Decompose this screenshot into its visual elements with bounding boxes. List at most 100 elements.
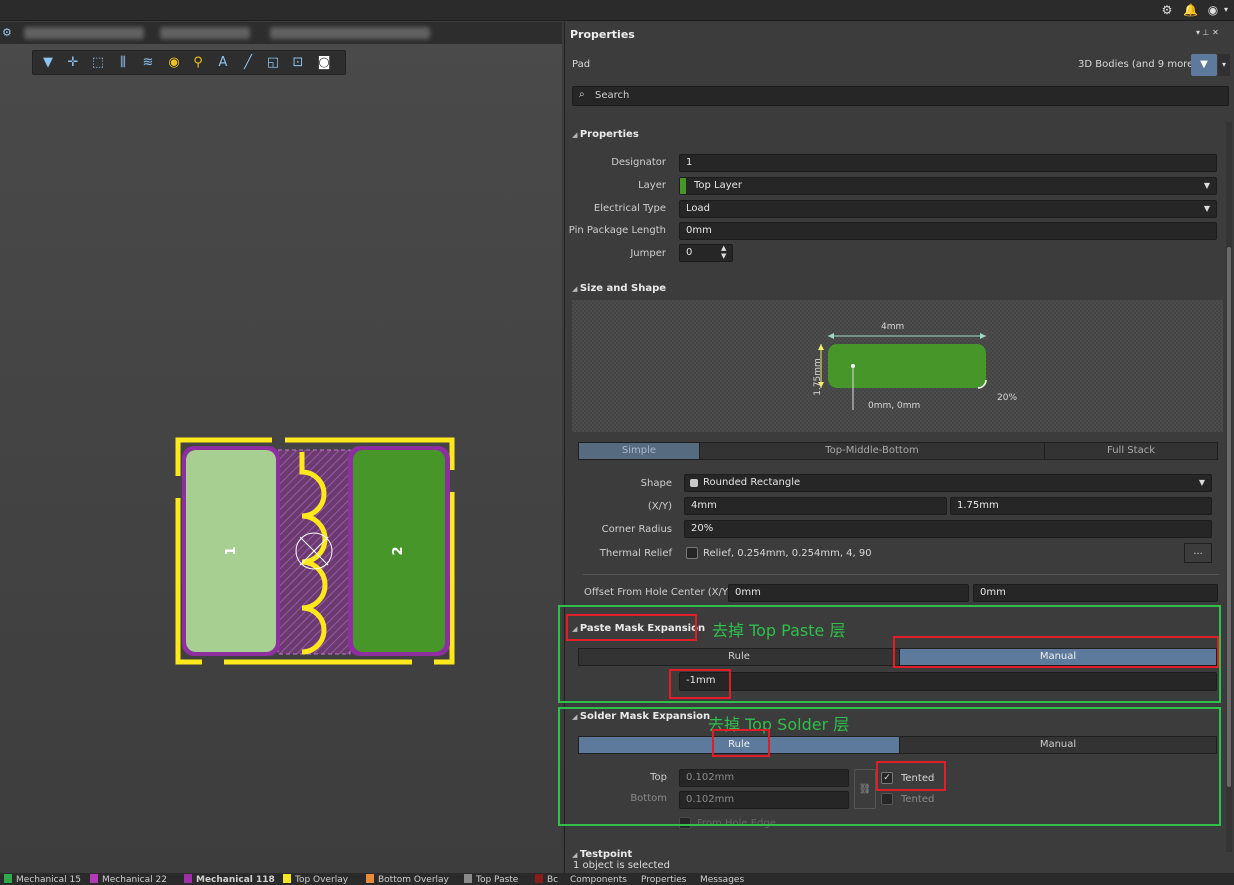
preview-corner: 20% — [997, 393, 1018, 403]
align-icon[interactable]: ⫼ — [114, 55, 132, 71]
pad-1-label: 1 — [224, 546, 239, 555]
offset-y-field[interactable]: 0mm — [973, 584, 1218, 602]
layer-select[interactable]: Top Layer — [679, 177, 1217, 195]
pcb-footprint[interactable]: 1 2 — [170, 432, 460, 672]
document-tabs: ⚙ — [0, 22, 562, 44]
layer-swatch — [90, 874, 98, 883]
search-input[interactable]: Search — [572, 86, 1229, 106]
size-x-field[interactable]: 4mm — [684, 497, 947, 515]
section-properties[interactable]: Properties — [572, 129, 639, 140]
preview-dim-x: 4mm — [881, 322, 905, 332]
panel-tab-components[interactable]: Components — [570, 873, 627, 885]
layer-tab-label: Bottom Overlay — [378, 875, 449, 885]
filter-label: 3D Bodies (and 9 more) — [1078, 59, 1198, 70]
section-size-shape[interactable]: Size and Shape — [572, 283, 666, 294]
electrical-type-select[interactable]: Load — [679, 200, 1217, 218]
panel-title: Properties — [570, 28, 635, 41]
shape-value: Rounded Rectangle — [703, 477, 801, 488]
status-text: 1 object is selected — [573, 860, 670, 871]
layer-tab[interactable]: Top Paste — [464, 873, 518, 885]
xy-label: (X/Y) — [647, 501, 672, 512]
object-type: Pad — [572, 59, 591, 70]
layer-tab[interactable]: Bottom Overlay — [366, 873, 449, 885]
layer-tab-label: Mechanical 22 — [102, 875, 167, 885]
jumper-stepper[interactable]: ▲ ▼ — [721, 244, 726, 260]
pad-icon[interactable]: ◉ — [165, 55, 183, 71]
electrical-type-label: Electrical Type — [593, 203, 666, 214]
designator-label: Designator — [611, 157, 666, 168]
scrollbar-thumb[interactable] — [1227, 247, 1231, 787]
document-icon: ⚙ — [2, 26, 12, 39]
layer-tab[interactable]: Mechanical 15 — [4, 873, 81, 885]
tab-full-stack[interactable]: Full Stack — [1044, 442, 1218, 460]
user-icon[interactable]: ◉ — [1206, 3, 1220, 17]
tab-simple[interactable]: Simple — [578, 442, 700, 460]
blurred-tab — [270, 27, 430, 39]
thermal-relief-more-button[interactable]: ... — [1184, 543, 1212, 563]
panel-tab-properties[interactable]: Properties — [641, 873, 686, 885]
layer-tab[interactable]: Mechanical 22 — [90, 873, 167, 885]
filter-icon[interactable]: ▼ — [39, 55, 57, 71]
bottom-bar: Mechanical 15 Mechanical 22 Mechanical 1… — [0, 873, 1234, 885]
move-icon[interactable]: ✛ — [64, 55, 82, 71]
layer-swatch — [283, 874, 291, 883]
blurred-tab — [24, 27, 144, 39]
layer-tab-label: Mechanical 118 — [196, 875, 275, 885]
tab-top-middle-bottom[interactable]: Top-Middle-Bottom — [699, 442, 1045, 460]
layer-swatch — [4, 874, 12, 883]
text-icon[interactable]: A — [214, 55, 232, 71]
filter-button[interactable]: ▼ — [1191, 54, 1217, 76]
layer-swatch — [464, 874, 472, 883]
divider — [583, 574, 1219, 575]
pin-package-length-label: Pin Package Length — [568, 225, 666, 236]
paste-mask-frame — [558, 605, 1221, 703]
select-icon[interactable]: ⬚ — [89, 55, 107, 71]
preview-origin: 0mm, 0mm — [868, 401, 921, 411]
electrical-type-value: Load — [686, 203, 710, 214]
offset-x-field[interactable]: 0mm — [728, 584, 969, 602]
panel-tab-messages[interactable]: Messages — [700, 873, 744, 885]
shape-icon — [690, 479, 698, 487]
gear-icon[interactable]: ⚙ — [1160, 3, 1174, 17]
keepout-region — [277, 449, 351, 655]
layer-swatch — [366, 874, 374, 883]
layer-tab-label: Mechanical 15 — [16, 875, 81, 885]
designator-field[interactable]: 1 — [679, 154, 1217, 172]
line-icon[interactable]: ╱ — [239, 55, 257, 71]
layer-tab-label: Top Paste — [476, 875, 519, 885]
layer-color-swatch — [680, 178, 686, 194]
title-bar: ⚙ 🔔 ◉ ▾ — [0, 0, 1234, 21]
layer-value: Top Layer — [694, 180, 742, 191]
shape-label: Shape — [640, 478, 672, 489]
layer-label: Layer — [638, 180, 666, 191]
dimension-icon[interactable]: ◱ — [264, 55, 282, 71]
pad-shape-preview — [572, 300, 1223, 432]
pin-package-length-field[interactable]: 0mm — [679, 222, 1217, 240]
corner-radius-label: Corner Radius — [601, 524, 672, 535]
section-testpoint[interactable]: Testpoint — [572, 849, 632, 860]
bell-icon[interactable]: 🔔 — [1183, 3, 1198, 17]
layer-tab[interactable]: Bc — [535, 873, 558, 885]
pad-2-label: 2 — [391, 546, 406, 555]
size-y-field[interactable]: 1.75mm — [950, 497, 1212, 515]
corner-radius-field[interactable]: 20% — [684, 520, 1212, 538]
thermal-relief-checkbox[interactable] — [686, 547, 698, 559]
shape-select[interactable]: Rounded Rectangle — [684, 474, 1212, 492]
jumper-label: Jumper — [630, 248, 666, 259]
offset-label: Offset From Hole Center (X/Y) — [584, 587, 732, 598]
region-icon[interactable]: ◙ — [315, 55, 333, 71]
blurred-tab — [160, 27, 250, 39]
active-bar: ▼ ✛ ⬚ ⫼ ≋ ◉ ⚲ A ╱ ◱ ⊡ ◙ — [32, 50, 346, 75]
chevron-down-icon[interactable]: ▾ — [1219, 3, 1233, 17]
layer-tab[interactable]: Mechanical 118 — [184, 873, 275, 885]
panel-menu-icon[interactable]: ▾ ⊥ ✕ — [1196, 28, 1219, 37]
layer-swatch — [184, 874, 192, 883]
component-icon[interactable]: ⊡ — [289, 55, 307, 71]
solder-mask-frame — [558, 707, 1221, 826]
thermal-relief-label: Thermal Relief — [599, 548, 672, 559]
layer-tab[interactable]: Top Overlay — [283, 873, 348, 885]
via-icon[interactable]: ⚲ — [189, 55, 207, 71]
route-icon[interactable]: ≋ — [139, 55, 157, 71]
filter-dropdown[interactable]: ▾ — [1218, 54, 1230, 76]
thermal-relief-value: Relief, 0.254mm, 0.254mm, 4, 90 — [703, 548, 872, 559]
